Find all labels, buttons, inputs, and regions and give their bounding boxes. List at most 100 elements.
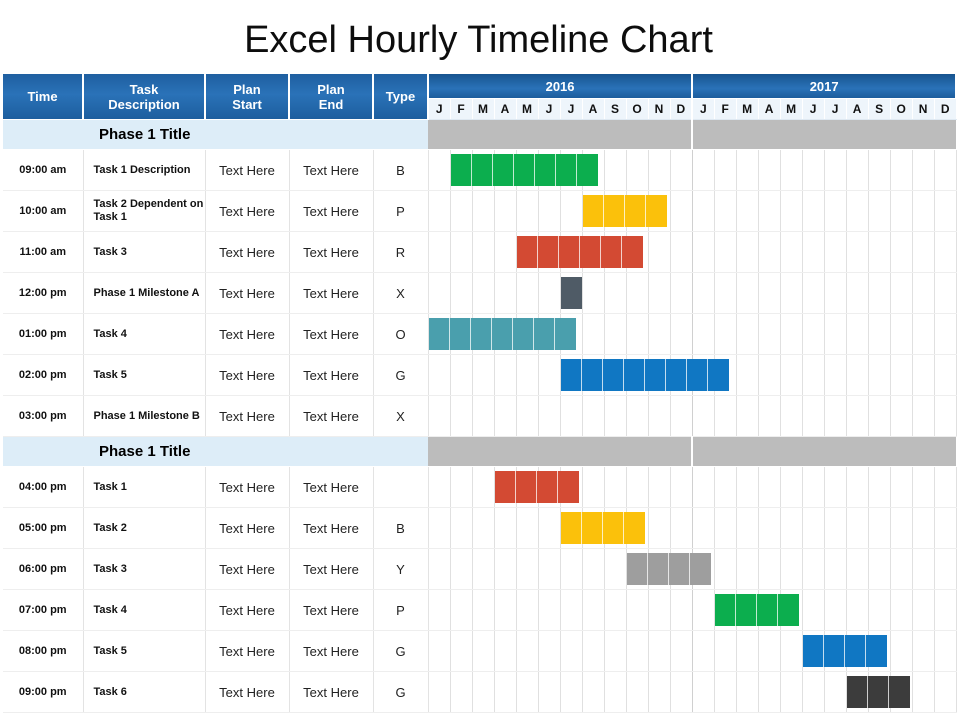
timeline-cell[interactable] — [670, 630, 693, 672]
timeline-cell[interactable] — [494, 507, 517, 549]
timeline-cell[interactable] — [890, 354, 913, 396]
timeline-cell[interactable] — [648, 231, 671, 273]
timeline-cell[interactable] — [516, 548, 539, 590]
timeline-cell[interactable] — [670, 507, 693, 549]
timeline-cell[interactable] — [472, 466, 495, 508]
timeline-cell[interactable] — [758, 671, 781, 713]
timeline-cell[interactable] — [670, 671, 693, 713]
timeline-cell[interactable] — [890, 190, 913, 232]
timeline-cell[interactable] — [538, 548, 561, 590]
timeline-cell[interactable] — [868, 272, 891, 314]
timeline-cell[interactable] — [824, 589, 847, 631]
timeline-cell[interactable] — [714, 630, 737, 672]
timeline-cell[interactable] — [428, 231, 451, 273]
timeline-cell[interactable] — [934, 190, 957, 232]
timeline-cell[interactable] — [692, 507, 715, 549]
timeline-cell[interactable] — [604, 272, 627, 314]
gantt-bar[interactable] — [560, 277, 582, 309]
timeline-cell[interactable] — [934, 507, 957, 549]
timeline-cell[interactable] — [494, 395, 517, 437]
table-row[interactable]: 06:00 pm Task 3 Text Here Text Here Y — [3, 548, 957, 590]
timeline-cell[interactable] — [604, 548, 627, 590]
timeline-cell[interactable] — [890, 272, 913, 314]
timeline-cell[interactable] — [934, 589, 957, 631]
timeline-cell[interactable] — [912, 149, 935, 191]
timeline-cell[interactable] — [648, 630, 671, 672]
timeline-cell[interactable] — [736, 507, 759, 549]
timeline-cell[interactable] — [450, 231, 473, 273]
timeline-cell[interactable] — [868, 149, 891, 191]
timeline-cell[interactable] — [472, 548, 495, 590]
timeline-cell[interactable] — [670, 313, 693, 355]
timeline-cell[interactable] — [824, 354, 847, 396]
timeline-cell[interactable] — [428, 630, 451, 672]
timeline-cell[interactable] — [472, 272, 495, 314]
timeline-cell[interactable] — [824, 231, 847, 273]
timeline-cell[interactable] — [802, 190, 825, 232]
timeline-cell[interactable] — [736, 272, 759, 314]
table-row[interactable]: 08:00 pm Task 5 Text Here Text Here G — [3, 630, 957, 672]
timeline-cell[interactable] — [472, 671, 495, 713]
timeline-cell[interactable] — [890, 507, 913, 549]
timeline-cell[interactable] — [890, 395, 913, 437]
timeline-cell[interactable] — [670, 149, 693, 191]
timeline-cell[interactable] — [582, 630, 605, 672]
timeline-cell[interactable] — [912, 466, 935, 508]
timeline-cell[interactable] — [560, 354, 729, 396]
timeline-cell[interactable] — [890, 149, 913, 191]
timeline-cell[interactable] — [648, 149, 671, 191]
timeline-cell[interactable] — [450, 630, 473, 672]
timeline-cell[interactable] — [736, 313, 759, 355]
timeline-cell[interactable] — [538, 671, 561, 713]
timeline-cell[interactable] — [714, 231, 737, 273]
table-row[interactable]: 04:00 pm Task 1 Text Here Text Here — [3, 466, 957, 508]
timeline-cell[interactable] — [912, 395, 935, 437]
table-row[interactable]: 03:00 pm Phase 1 Milestone B Text Here Text… — [3, 395, 957, 437]
timeline-cell[interactable] — [934, 149, 957, 191]
timeline-cell[interactable] — [758, 507, 781, 549]
timeline-cell[interactable] — [736, 466, 759, 508]
timeline-cell[interactable] — [626, 466, 649, 508]
timeline-cell[interactable] — [802, 466, 825, 508]
timeline-cell[interactable] — [494, 466, 579, 508]
table-row[interactable]: 05:00 pm Task 2 Text Here Text Here B — [3, 507, 957, 549]
table-row[interactable]: 01:00 pm Task 4 Text Here Text Here O — [3, 313, 957, 355]
timeline-cell[interactable] — [494, 354, 517, 396]
timeline-cell[interactable] — [472, 589, 495, 631]
timeline-cell[interactable] — [736, 630, 759, 672]
timeline-cell[interactable] — [626, 671, 649, 713]
timeline-cell[interactable] — [868, 395, 891, 437]
timeline-cell[interactable] — [802, 630, 887, 672]
timeline-cell[interactable] — [758, 272, 781, 314]
timeline-cell[interactable] — [890, 231, 913, 273]
timeline-cell[interactable] — [670, 466, 693, 508]
timeline-cell[interactable] — [692, 231, 715, 273]
gantt-bar[interactable] — [516, 236, 643, 268]
gantt-bar[interactable] — [626, 553, 711, 585]
timeline-cell[interactable] — [736, 231, 759, 273]
timeline-cell[interactable] — [582, 395, 605, 437]
timeline-cell[interactable] — [604, 313, 627, 355]
table-row[interactable]: 11:00 am Task 3 Text Here Text Here R — [3, 231, 957, 273]
timeline-cell[interactable] — [428, 671, 451, 713]
timeline-cell[interactable] — [714, 589, 799, 631]
timeline-cell[interactable] — [912, 354, 935, 396]
gantt-bar[interactable] — [450, 154, 598, 186]
timeline-cell[interactable] — [802, 671, 825, 713]
timeline-cell[interactable] — [758, 548, 781, 590]
timeline-cell[interactable] — [604, 466, 627, 508]
timeline-cell[interactable] — [494, 630, 517, 672]
timeline-cell[interactable] — [714, 313, 737, 355]
timeline-cell[interactable] — [824, 272, 847, 314]
timeline-cell[interactable] — [802, 395, 825, 437]
timeline-cell[interactable] — [846, 589, 869, 631]
timeline-cell[interactable] — [428, 313, 576, 355]
timeline-cell[interactable] — [934, 354, 957, 396]
timeline-cell[interactable] — [692, 589, 715, 631]
timeline-cell[interactable] — [802, 354, 825, 396]
timeline-cell[interactable] — [560, 507, 645, 549]
timeline-cell[interactable] — [626, 630, 649, 672]
timeline-cell[interactable] — [846, 395, 869, 437]
timeline-cell[interactable] — [494, 272, 517, 314]
timeline-cell[interactable] — [802, 272, 825, 314]
